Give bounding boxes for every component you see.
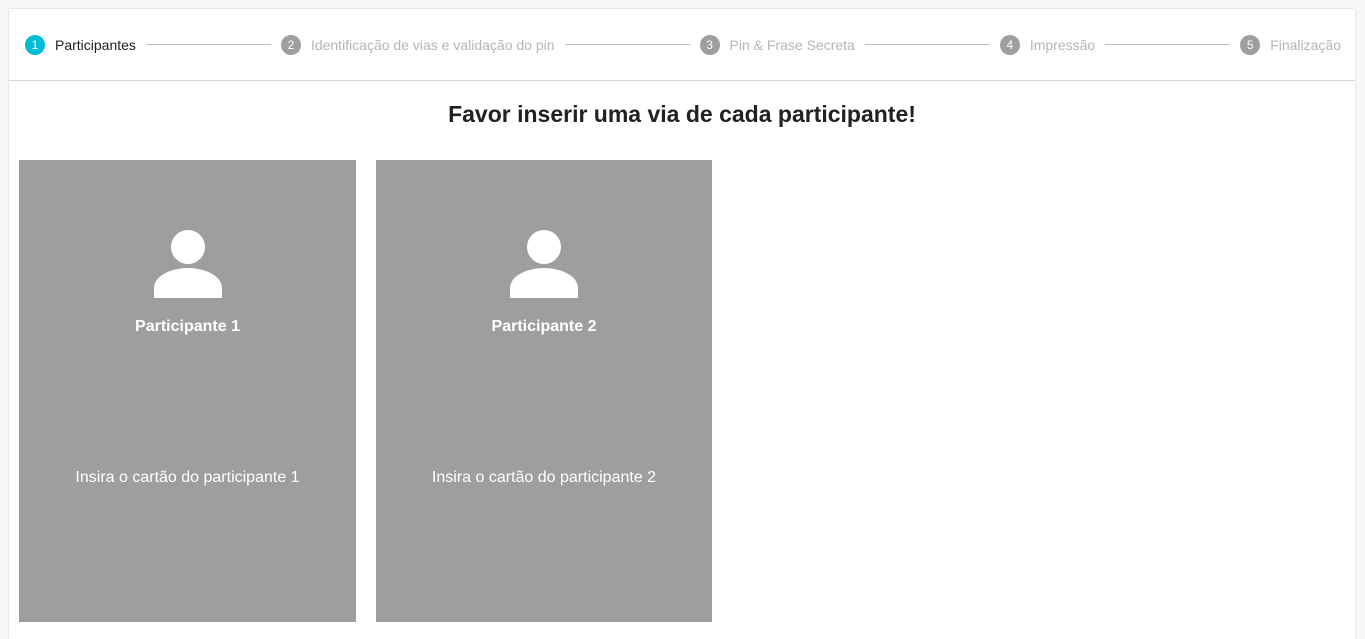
step-connector [564, 44, 690, 45]
step-identificacao[interactable]: 2 Identificação de vias e validação do p… [280, 34, 555, 55]
step-finalizacao[interactable]: 5 Finalização [1240, 34, 1342, 55]
step-number-badge: 2 [280, 34, 301, 55]
page-title: Favor inserir uma via de cada participan… [448, 101, 916, 127]
step-label: Pin & Frase Secreta [729, 36, 855, 53]
step-connector [1105, 44, 1231, 45]
step-connector [145, 44, 271, 45]
wizard-panel: 1 Participantes 2 Identificação de vias … [9, 9, 1355, 639]
step-number-badge: 4 [999, 34, 1020, 55]
card-title: Participante 1 [135, 318, 240, 335]
card-instruction: Insira o cartão do participante 2 [431, 469, 657, 486]
step-connector [864, 44, 990, 45]
card-instruction: Insira o cartão do participante 1 [75, 469, 300, 486]
step-label: Impressão [1029, 36, 1096, 53]
step-number-badge: 1 [25, 34, 45, 55]
step-number-badge: 5 [1240, 34, 1261, 55]
step-label: Finalização [1270, 36, 1342, 53]
step-participantes[interactable]: 1 Participantes [25, 34, 136, 55]
stepper: 1 Participantes 2 Identificação de vias … [9, 9, 1355, 81]
step-pin-frase[interactable]: 3 Pin & Frase Secreta [699, 34, 855, 55]
person-icon [153, 230, 222, 298]
person-icon [510, 230, 578, 298]
participant-card-2[interactable]: Participante 2 Insira o cartão do partic… [376, 160, 712, 622]
card-title: Participante 2 [491, 318, 597, 335]
step-impressao[interactable]: 4 Impressão [999, 34, 1096, 55]
step-label: Identificação de vias e validação do pin [310, 36, 555, 53]
participant-card-1[interactable]: Participante 1 Insira o cartão do partic… [19, 160, 356, 622]
step-number-badge: 3 [699, 34, 720, 55]
step-label: Participantes [55, 36, 136, 53]
